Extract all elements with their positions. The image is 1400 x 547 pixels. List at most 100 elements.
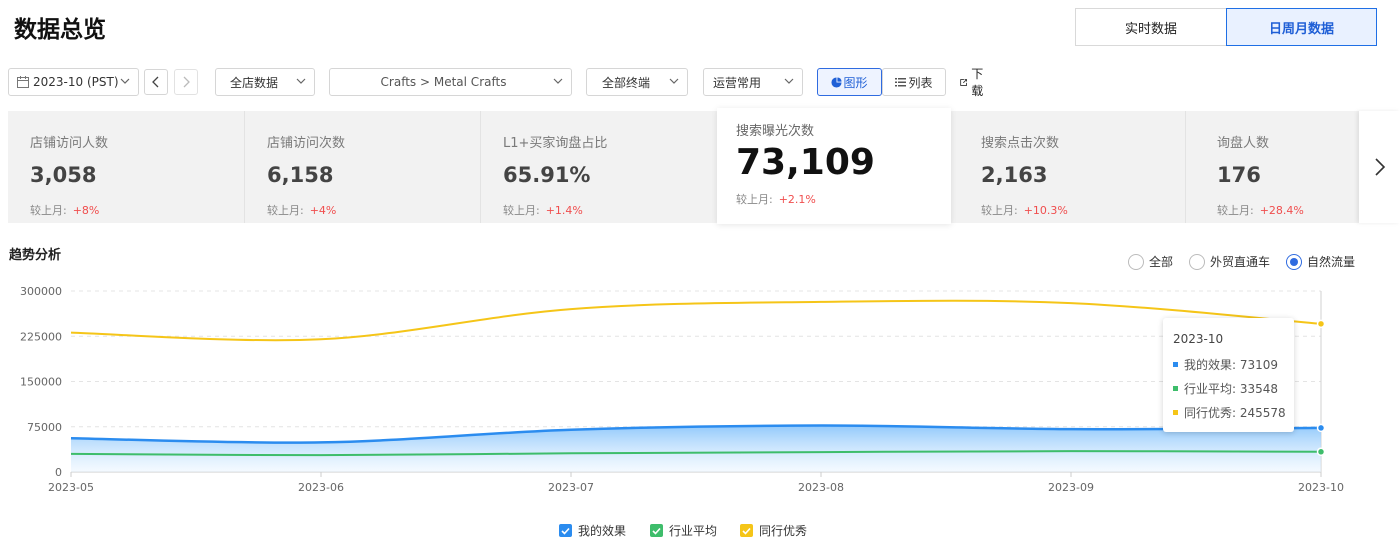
filter-p4p-radio[interactable]: 外贸直通车 [1189, 253, 1270, 270]
series-area [71, 425, 1321, 472]
calendar-icon [17, 76, 29, 88]
chevron-down-icon [553, 76, 563, 86]
ops-select-value: 运营常用 [713, 75, 762, 90]
tooltip-row: 我的效果: 73109 [1173, 356, 1278, 373]
metric-comparison: 较上月: +1.4% [503, 202, 583, 218]
legend-item-peers[interactable]: 同行优秀 [740, 522, 807, 539]
series-marker [1173, 386, 1178, 391]
comparison-label: 较上月: [267, 204, 304, 217]
comparison-label: 较上月: [30, 204, 67, 217]
metric-value: 2,163 [981, 163, 1048, 187]
checkbox-checked-icon [650, 524, 663, 537]
chevron-right-icon [183, 76, 190, 88]
y-tick-label: 150000 [20, 376, 62, 389]
series-point [1316, 423, 1326, 433]
realtime-data-tab[interactable]: 实时数据 [1075, 8, 1226, 46]
metric-card-inquiry-ratio[interactable]: L1+买家询盘占比 65.91% 较上月: +1.4% [481, 111, 717, 223]
metric-value: 176 [1217, 163, 1261, 187]
tooltip-series-name: 行业平均 [1184, 382, 1233, 396]
metric-cards: 店铺访问人数 3,058 较上月: +8% 店铺访问次数 6,158 较上月: +4… [8, 108, 1400, 224]
x-tick-label: 2023-05 [48, 481, 94, 494]
metric-card-search-impressions[interactable]: 搜索曝光次数 73,109 较上月: +2.1% [717, 108, 951, 224]
legend-item-mine[interactable]: 我的效果 [559, 522, 626, 539]
category-select[interactable]: Crafts > Metal Crafts [329, 68, 572, 96]
list-view-button[interactable]: 列表 [882, 68, 946, 96]
metric-card-search-clicks[interactable]: 搜索点击次数 2,163 较上月: +10.3% [951, 111, 1186, 223]
tooltip-row: 同行优秀: 245578 [1173, 404, 1286, 421]
tooltip-title: 2023-10 [1173, 332, 1224, 346]
metric-comparison: 较上月: +10.3% [981, 202, 1068, 218]
next-month-button[interactable] [174, 69, 198, 95]
comparison-label: 较上月: [981, 204, 1018, 217]
filter-label: 全部 [1149, 255, 1174, 269]
checkbox-checked-icon [740, 524, 753, 537]
chevron-right-icon [1374, 158, 1385, 176]
x-tick-label: 2023-10 [1298, 481, 1344, 494]
x-tick-label: 2023-09 [1048, 481, 1094, 494]
export-icon [960, 78, 968, 86]
legend-item-industry[interactable]: 行业平均 [650, 522, 717, 539]
tooltip-series-name: 我的效果 [1184, 358, 1233, 372]
metric-card-inquirers[interactable]: 询盘人数 176 较上月: +28.4% [1186, 111, 1359, 223]
filter-label: 外贸直通车 [1210, 255, 1271, 269]
metric-delta: +10.3% [1023, 204, 1068, 217]
metric-value: 73,109 [736, 142, 875, 183]
metric-card-store-visitors[interactable]: 店铺访问人数 3,058 较上月: +8% [8, 111, 245, 223]
list-view-label: 列表 [908, 75, 933, 90]
filter-label: 自然流量 [1307, 255, 1356, 269]
radio-dot [1286, 253, 1302, 270]
metrics-next-button[interactable] [1359, 111, 1400, 223]
category-select-value: Crafts > Metal Crafts [380, 75, 507, 89]
terminal-select[interactable]: 全部终端 [586, 68, 688, 96]
series-marker [1173, 410, 1178, 415]
metric-delta: +28.4% [1259, 204, 1304, 217]
filter-natural-radio[interactable]: 自然流量 [1286, 253, 1355, 270]
pie-chart-icon [831, 76, 843, 88]
chevron-down-icon [296, 76, 306, 86]
metric-delta: +1.4% [545, 204, 583, 217]
metric-comparison: 较上月: +8% [30, 202, 99, 218]
chevron-down-icon [669, 76, 679, 86]
metric-label: 搜索曝光次数 [736, 124, 815, 139]
y-tick-label: 0 [55, 466, 62, 479]
metric-value: 3,058 [30, 163, 97, 187]
metric-label: 店铺访问次数 [267, 136, 346, 151]
metric-delta: +8% [72, 204, 100, 217]
metric-label: L1+买家询盘占比 [503, 136, 608, 151]
comparison-label: 较上月: [736, 193, 773, 206]
trend-section-title: 趋势分析 [9, 248, 62, 263]
metric-card-store-visits[interactable]: 店铺访问次数 6,158 较上月: +4% [245, 111, 481, 223]
metric-comparison: 较上月: +4% [267, 202, 336, 218]
store-select[interactable]: 全店数据 [215, 68, 315, 96]
chart-view-button[interactable]: 图形 [817, 68, 882, 96]
x-tick-label: 2023-08 [798, 481, 844, 494]
tooltip-series-name: 同行优秀 [1184, 406, 1233, 420]
metric-value: 65.91% [503, 163, 591, 187]
metric-comparison: 较上月: +28.4% [1217, 202, 1304, 218]
download-button[interactable]: 下载 [960, 67, 987, 98]
daily-weekly-monthly-tab[interactable]: 日周月数据 [1226, 8, 1377, 46]
series-point [1316, 447, 1326, 457]
radio-dot [1189, 253, 1205, 270]
date-picker[interactable]: 2023-10 (PST) [8, 68, 139, 96]
metric-delta: +2.1% [778, 193, 816, 206]
series-marker [1173, 362, 1178, 367]
date-value: 2023-10 (PST) [33, 75, 119, 89]
comparison-label: 较上月: [503, 204, 540, 217]
comparison-label: 较上月: [1217, 204, 1254, 217]
y-tick-label: 225000 [20, 330, 62, 343]
metric-delta: +4% [309, 204, 337, 217]
filter-all-radio[interactable]: 全部 [1128, 253, 1173, 270]
ops-select[interactable]: 运营常用 [703, 68, 803, 96]
tooltip-value: 245578 [1239, 405, 1286, 420]
store-select-value: 全店数据 [230, 75, 279, 90]
metric-label: 店铺访问人数 [30, 136, 109, 151]
metric-comparison: 较上月: +2.1% [736, 191, 816, 207]
prev-month-button[interactable] [144, 69, 168, 95]
chart-view-label: 图形 [843, 75, 868, 90]
legend-label: 我的效果 [578, 524, 627, 538]
metric-label: 搜索点击次数 [981, 136, 1060, 151]
legend-label: 行业平均 [669, 524, 718, 538]
legend-label: 同行优秀 [759, 524, 808, 538]
list-icon [895, 78, 907, 87]
